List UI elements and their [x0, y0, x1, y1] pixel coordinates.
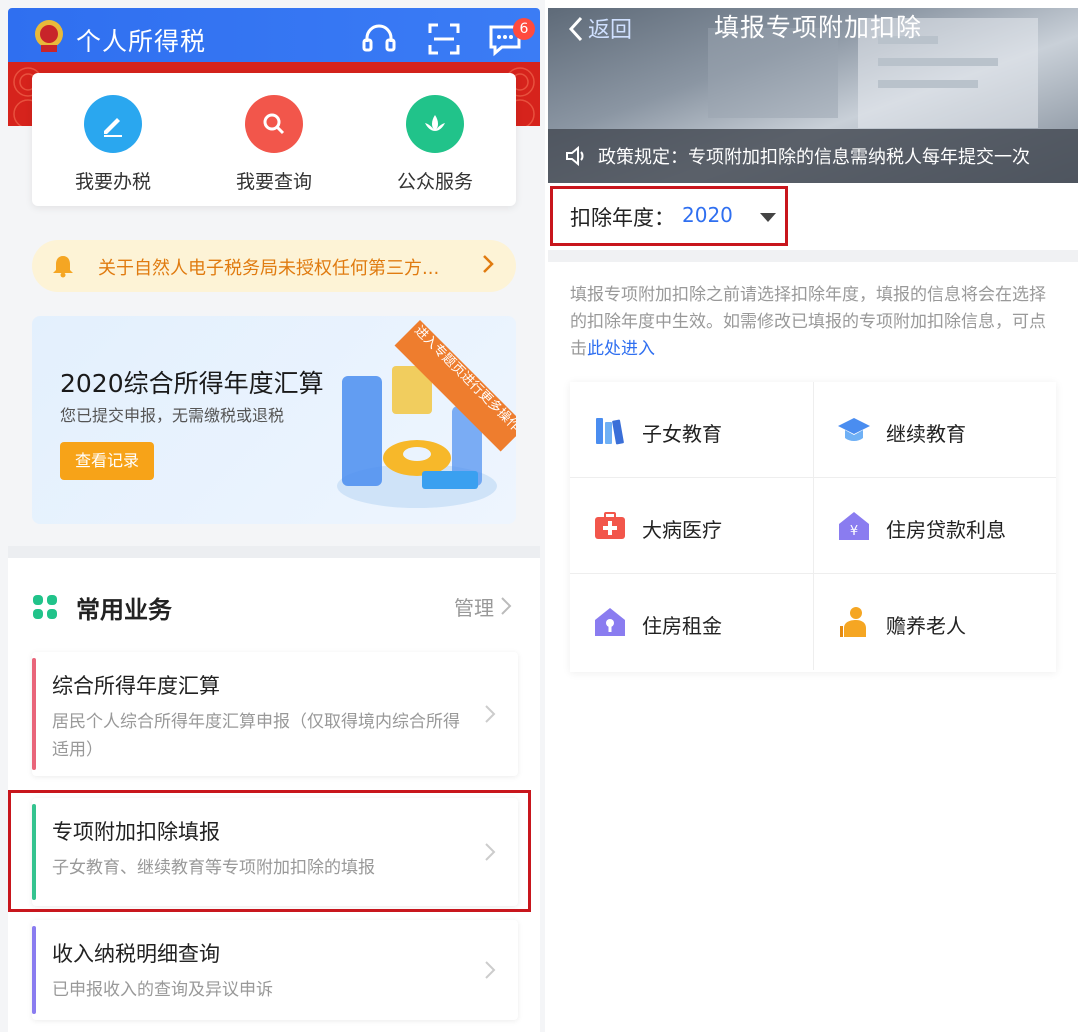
- category-children-education[interactable]: 子女教育: [570, 382, 813, 478]
- service-label: 我要查询: [235, 171, 312, 193]
- category-label: 住房贷款利息: [886, 518, 1006, 542]
- house-key-icon: [595, 608, 625, 636]
- view-records-button[interactable]: 查看记录: [60, 442, 154, 480]
- accent-bar: [32, 658, 36, 770]
- message-count-badge: 6: [513, 18, 535, 40]
- highlight-box: [8, 790, 531, 912]
- notice-bar[interactable]: 关于自然人电子税务局未授权任何第三方...: [32, 240, 516, 292]
- search-icon: [245, 95, 303, 153]
- highlight-box: [550, 186, 788, 246]
- service-query[interactable]: 我要查询: [214, 95, 334, 194]
- biz-item-income-query[interactable]: 收入纳税明细查询 已申报收入的查询及异议申诉: [32, 920, 518, 1020]
- category-housing-rent[interactable]: 住房租金: [570, 574, 813, 670]
- service-label: 公众服务: [396, 171, 473, 193]
- chevron-right-icon: [483, 255, 494, 273]
- banner-subtitle: 您已提交申报，无需缴税或退税: [60, 406, 285, 425]
- accent-bar: [32, 926, 36, 1014]
- house-yuan-icon: ¥: [839, 512, 869, 540]
- category-label: 住房租金: [642, 614, 722, 638]
- instruction-text: 填报专项附加扣除之前请选择扣除年度，填报的信息将会在选择的扣除年度中生效。如需修…: [570, 282, 1056, 363]
- chevron-right-icon: [485, 705, 496, 723]
- banner-title: 2020综合所得年度汇算: [60, 369, 324, 398]
- tax-emblem-icon: [35, 20, 63, 52]
- category-continuing-education[interactable]: 继续教育: [813, 382, 1056, 478]
- biz-item-subtitle: 已申报收入的查询及异议申诉: [52, 980, 273, 1000]
- deduction-category-grid: 子女教育 继续教育 大病医疗 ¥ 住房贷款利息 住房租金 赡养老人: [570, 382, 1056, 672]
- category-label: 大病医疗: [642, 518, 722, 542]
- dashboard-illustration: [337, 366, 497, 508]
- quick-service-card: 我要办税 我要查询 公众服务: [32, 73, 516, 206]
- category-label: 子女教育: [642, 422, 722, 446]
- biz-item-annual-settlement[interactable]: 综合所得年度汇算 居民个人综合所得年度汇算申报（仅取得境内综合所得适用）: [32, 652, 518, 776]
- biz-item-title: 综合所得年度汇算: [52, 674, 220, 698]
- right-screen: 返回 填报专项附加扣除 政策规定：专项附加扣除的信息需纳税人每年提交一次 扣除年…: [548, 0, 1080, 1032]
- section-divider: [8, 546, 540, 558]
- biz-item-subtitle: 居民个人综合所得年度汇算申报（仅取得境内综合所得适用）: [52, 712, 460, 760]
- service-public[interactable]: 公众服务: [375, 95, 495, 194]
- lotus-icon: [406, 95, 464, 153]
- service-do-tax[interactable]: 我要办税: [53, 95, 173, 194]
- hero-header: 返回 填报专项附加扣除 政策规定：专项附加扣除的信息需纳税人每年提交一次: [548, 8, 1078, 183]
- back-button[interactable]: 返回: [588, 12, 632, 44]
- policy-text: 政策规定：专项附加扣除的信息需纳税人每年提交一次: [598, 147, 1030, 168]
- scan-icon[interactable]: [425, 20, 463, 58]
- grid-clover-icon: [33, 595, 57, 619]
- manage-link[interactable]: 管理: [454, 592, 494, 621]
- pen-icon: [84, 95, 142, 153]
- elderly-person-icon: [840, 607, 866, 637]
- medical-kit-icon: [595, 512, 625, 539]
- books-icon: [596, 418, 624, 445]
- section-divider: [548, 250, 1078, 262]
- chevron-right-icon: [501, 597, 512, 615]
- back-arrow-icon[interactable]: [568, 16, 584, 42]
- biz-item-title: 收入纳税明细查询: [52, 942, 220, 966]
- left-screen: 个人所得税 6 我要办税 我要查询 公众服务 关于自然人电子税务局未授权任何第三…: [0, 0, 545, 1032]
- category-label: 赡养老人: [886, 614, 966, 638]
- app-title: 个人所得税: [76, 27, 207, 56]
- svg-text:¥: ¥: [850, 524, 858, 539]
- enter-here-link[interactable]: 此处进入: [587, 339, 655, 359]
- headset-icon[interactable]: [360, 20, 398, 58]
- annual-settlement-banner[interactable]: 2020综合所得年度汇算 您已提交申报，无需缴税或退税 查看记录 进入专题页进行…: [32, 316, 516, 524]
- policy-strip: 政策规定：专项附加扣除的信息需纳税人每年提交一次: [548, 129, 1078, 183]
- service-label: 我要办税: [74, 171, 151, 193]
- page-title: 填报专项附加扣除: [714, 13, 923, 42]
- category-label: 继续教育: [886, 422, 966, 446]
- category-mortgage-interest[interactable]: ¥ 住房贷款利息: [813, 478, 1056, 574]
- app-header: 个人所得税 6: [8, 8, 540, 70]
- chevron-right-icon: [485, 961, 496, 979]
- graduation-cap-icon: [838, 418, 870, 441]
- common-business-title: 常用业务: [76, 596, 172, 624]
- bell-icon: [53, 256, 73, 278]
- category-serious-illness[interactable]: 大病医疗: [570, 478, 813, 574]
- speaker-icon: [566, 145, 584, 167]
- category-elderly-support[interactable]: 赡养老人: [813, 574, 1056, 670]
- notice-text: 关于自然人电子税务局未授权任何第三方...: [98, 258, 440, 279]
